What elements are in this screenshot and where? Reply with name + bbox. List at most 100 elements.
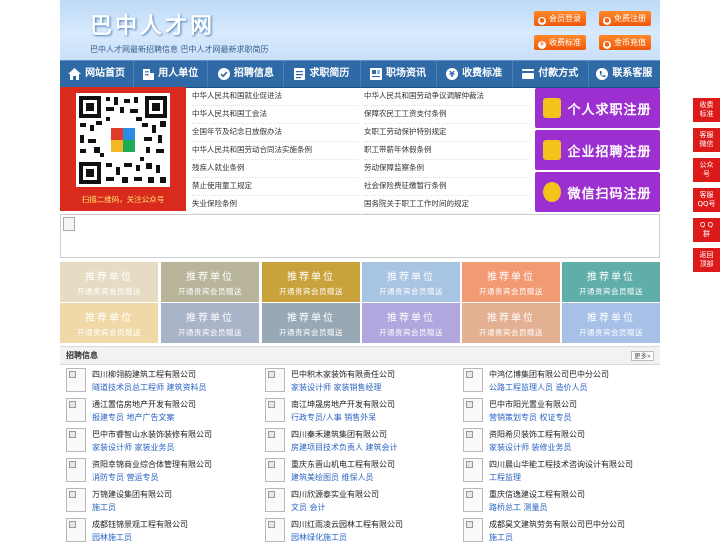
law-link[interactable]: 女职工劳动保护特别规定 — [364, 123, 530, 142]
recommended-unit-tile[interactable]: 推荐单位 开通贵宾会员赠送 — [262, 262, 360, 302]
law-link[interactable]: 国务院关于职工工作时间的规定 — [364, 195, 530, 214]
job-positions-link[interactable]: 施工员 — [489, 532, 513, 543]
recommended-unit-tile[interactable]: 推荐单位 开通贵宾会员赠送 — [362, 303, 460, 343]
company-name-link[interactable]: 资阳幸锦商业综合体管理有限公司 — [92, 459, 212, 470]
company-name-link[interactable]: 四川欣源泰实业有限公司 — [291, 489, 379, 500]
company-logo-placeholder[interactable] — [463, 488, 483, 512]
nav-contact[interactable]: 联系客服 — [589, 61, 660, 87]
company-logo-placeholder[interactable] — [265, 368, 285, 392]
company-name-link[interactable]: 成都昊文建筑劳务有限公司巴中分公司 — [489, 519, 625, 530]
company-name-link[interactable]: 四川红雨凌云园林工程有限公司 — [291, 519, 403, 530]
company-logo-placeholder[interactable] — [265, 428, 285, 452]
nav-jobs[interactable]: 招聘信息 — [208, 61, 285, 87]
sidebar-qq-group[interactable]: Q Q 群 — [693, 218, 720, 242]
company-name-link[interactable]: 通江置信房地产开发有限公司 — [92, 399, 196, 410]
company-name-link[interactable]: 四川晨山华能工程技术咨询设计有限公司 — [489, 459, 633, 470]
recommended-unit-tile[interactable]: 推荐单位 开通贵宾会员赠送 — [161, 262, 259, 302]
company-name-link[interactable]: 四川柳翎韵建筑工程有限公司 — [92, 369, 196, 380]
job-positions-link[interactable]: 家装设计师 家装业务员 — [92, 442, 175, 453]
site-logo[interactable]: 巴中人才网 — [90, 8, 215, 40]
coin-recharge-button[interactable]: ● 金币充值 — [599, 35, 651, 50]
recommended-unit-tile[interactable]: 推荐单位 开通贵宾会员赠送 — [362, 262, 460, 302]
sidebar-service-wechat[interactable]: 客服 微信 — [693, 128, 720, 152]
job-positions-link[interactable]: 文员 会计 — [291, 502, 326, 513]
recommended-unit-tile[interactable]: 推荐单位 开通贵宾会员赠送 — [462, 303, 560, 343]
company-logo-placeholder[interactable] — [66, 428, 86, 452]
company-logo-placeholder[interactable] — [463, 428, 483, 452]
personal-register-button[interactable]: 个人求职注册 — [535, 88, 660, 128]
nav-home[interactable]: 网站首页 — [60, 61, 135, 87]
company-name-link[interactable]: 资阳希贝装饰工程有限公司 — [489, 429, 585, 440]
job-positions-link[interactable]: 园林施工员 — [92, 532, 132, 543]
nav-fees[interactable]: ¥ 收费标准 — [437, 61, 513, 87]
company-logo-placeholder[interactable] — [265, 398, 285, 422]
company-logo-placeholder[interactable] — [265, 518, 285, 542]
recommended-unit-tile[interactable]: 推荐单位 开通贵宾会员赠送 — [161, 303, 259, 343]
law-link[interactable]: 中华人民共和国劳动争议调解仲裁法 — [364, 87, 530, 106]
company-logo-placeholder[interactable] — [463, 398, 483, 422]
company-logo-placeholder[interactable] — [66, 488, 86, 512]
law-link[interactable]: 全国年节及纪念日放假办法 — [192, 123, 358, 142]
law-link[interactable]: 失业保险条例 — [192, 195, 358, 214]
company-name-link[interactable]: 巴中市阳光置业有限公司 — [489, 399, 577, 410]
company-logo-placeholder[interactable] — [66, 368, 86, 392]
sidebar-back-to-top[interactable]: 返回 顶部 — [693, 248, 720, 272]
banner-ad-placeholder[interactable] — [60, 214, 660, 258]
nav-news[interactable]: 职场资讯 — [361, 61, 437, 87]
law-link[interactable]: 中华人民共和国工会法 — [192, 105, 358, 124]
jobs-more-link[interactable]: 更多» — [631, 351, 654, 361]
company-name-link[interactable]: 巴中市睿智山水装饰装修有限公司 — [92, 429, 212, 440]
fee-standard-button[interactable]: ¥ 收费标准 — [534, 35, 586, 50]
company-logo-placeholder[interactable] — [463, 518, 483, 542]
sidebar-service-qq[interactable]: 客服 QQ号 — [693, 188, 720, 212]
job-positions-link[interactable]: 公路工程监理人员 造价人员 — [489, 382, 588, 393]
nav-resumes[interactable]: 求职简历 — [284, 61, 361, 87]
job-positions-link[interactable]: 园林绿化施工员 — [291, 532, 347, 543]
job-positions-link[interactable]: 报建专员 地产广告文案 — [92, 412, 175, 423]
job-positions-link[interactable]: 建筑美绘图员 维保人员 — [291, 472, 374, 483]
sidebar-official-account[interactable]: 公众 号 — [693, 158, 720, 182]
company-register-button[interactable]: 企业招聘注册 — [535, 130, 660, 170]
job-positions-link[interactable]: 路桥总工 测量员 — [489, 502, 548, 513]
recommended-unit-tile[interactable]: 推荐单位 开通贵宾会员赠送 — [462, 262, 560, 302]
recommended-unit-tile[interactable]: 推荐单位 开通贵宾会员赠送 — [562, 303, 660, 343]
law-link[interactable]: 残疾人就业条例 — [192, 159, 358, 178]
law-link[interactable]: 中华人民共和国劳动合同法实施条例 — [192, 141, 358, 160]
member-login-button[interactable]: ● 会员登录 — [534, 11, 586, 26]
company-logo-placeholder[interactable] — [66, 458, 86, 482]
company-name-link[interactable]: 巴中积木家装饰有限责任公司 — [291, 369, 395, 380]
company-name-link[interactable]: 重庆信逸建设工程有限公司 — [489, 489, 585, 500]
job-positions-link[interactable]: 房建项目技术负责人 建筑会计 — [291, 442, 398, 453]
job-positions-link[interactable]: 行政专员/人事 销售外呆 — [291, 412, 376, 423]
recommended-unit-tile[interactable]: 推荐单位 开通贵宾会员赠送 — [562, 262, 660, 302]
nav-employers[interactable]: 用人单位 — [134, 61, 209, 87]
company-logo-placeholder[interactable] — [463, 458, 483, 482]
company-name-link[interactable]: 南江坤晟房地产开发有限公司 — [291, 399, 395, 410]
company-logo-placeholder[interactable] — [265, 458, 285, 482]
job-positions-link[interactable]: 家装设计师 家装销售经理 — [291, 382, 382, 393]
nav-payment[interactable]: 付款方式 — [513, 61, 589, 87]
company-name-link[interactable]: 中鸿亿博集团有限公司巴中分公司 — [489, 369, 609, 380]
company-name-link[interactable]: 重庆东晋山机电工程有限公司 — [291, 459, 395, 470]
sidebar-fee-standard[interactable]: 收费 标准 — [693, 98, 720, 122]
company-logo-placeholder[interactable] — [66, 518, 86, 542]
law-link[interactable]: 保障农民工工资支付条例 — [364, 105, 530, 124]
wechat-register-button[interactable]: 微信扫码注册 — [535, 172, 660, 212]
law-link[interactable]: 劳动保障监察条例 — [364, 159, 530, 178]
job-positions-link[interactable]: 施工员 — [92, 502, 116, 513]
company-name-link[interactable]: 万锦建设集团有限公司 — [92, 489, 172, 500]
company-logo-placeholder[interactable] — [463, 368, 483, 392]
free-register-button[interactable]: ● 免费注册 — [599, 11, 651, 26]
job-positions-link[interactable]: 营销策划专员 权证专员 — [489, 412, 572, 423]
law-link[interactable]: 中华人民共和国就业促进法 — [192, 87, 358, 106]
company-name-link[interactable]: 成都钰锦景观工程有限公司 — [92, 519, 188, 530]
recommended-unit-tile[interactable]: 推荐单位 开通贵宾会员赠送 — [60, 303, 158, 343]
law-link[interactable]: 社会保险费征缴暂行条例 — [364, 177, 530, 196]
law-link[interactable]: 禁止使用童工规定 — [192, 177, 358, 196]
company-logo-placeholder[interactable] — [66, 398, 86, 422]
job-positions-link[interactable]: 消防专员 营运专员 — [92, 472, 159, 483]
recommended-unit-tile[interactable]: 推荐单位 开通贵宾会员赠送 — [262, 303, 360, 343]
job-positions-link[interactable]: 家装设计师 装修业务员 — [489, 442, 572, 453]
recommended-unit-tile[interactable]: 推荐单位 开通贵宾会员赠送 — [60, 262, 158, 302]
company-name-link[interactable]: 四川秦禾建筑集团有限公司 — [291, 429, 387, 440]
